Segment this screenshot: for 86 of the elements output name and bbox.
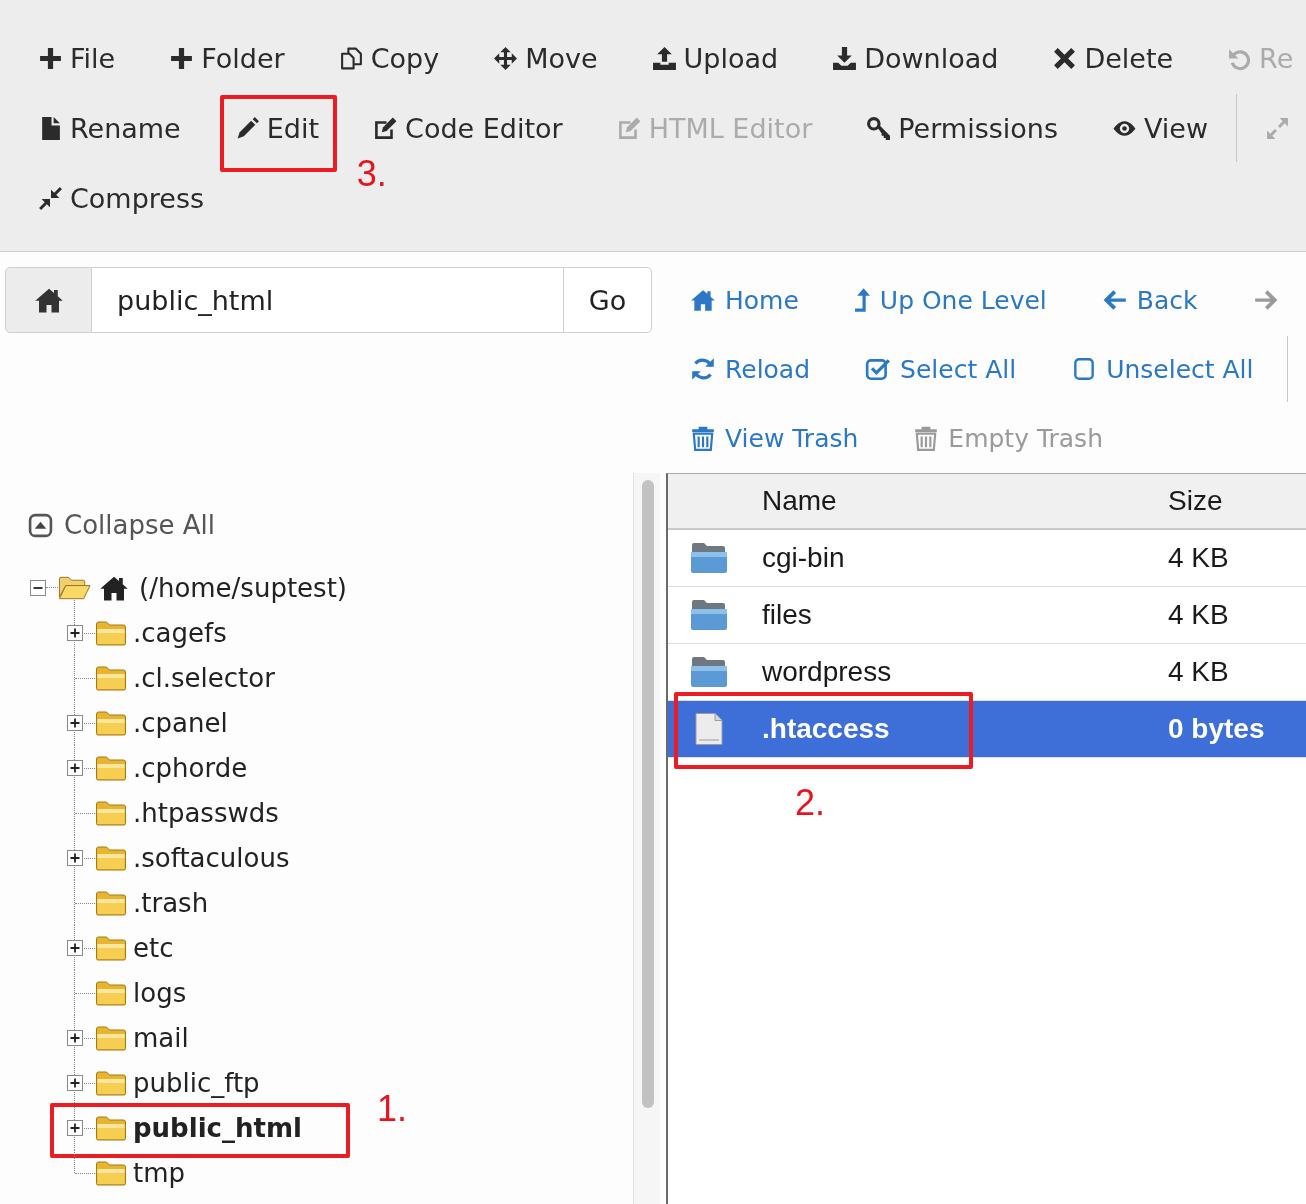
x-mark-icon [1052,45,1078,71]
move-arrows-icon [493,45,519,71]
up-one-level-link[interactable]: Up One Level [853,280,1047,320]
download-button[interactable]: Download [832,38,999,78]
plus-box-icon[interactable] [67,714,83,731]
edit-button[interactable]: Edit [234,108,320,148]
file-row[interactable]: .htaccess 0 bytes [668,701,1306,758]
key-icon [866,115,892,141]
folder-name[interactable]: .htpasswds [133,797,279,828]
folder-icon [690,655,728,689]
unselect-all-link[interactable]: Unselect All [1071,349,1254,389]
folder-name[interactable]: mail [133,1022,189,1053]
checked-box-icon [865,356,892,382]
path-field[interactable]: public_html [92,267,563,333]
minus-box-icon[interactable] [30,579,46,596]
pencil-square-icon [616,115,642,141]
plus-box-icon[interactable] [67,939,83,956]
column-header[interactable]: Name [762,485,837,516]
copy-icon [338,45,364,71]
go-button[interactable]: Go [563,267,652,333]
plus-box-icon[interactable] [67,759,83,776]
view-button[interactable]: View [1112,108,1209,148]
home-link[interactable]: Home [690,280,799,320]
folder-icon [690,541,728,575]
file-size: 4 KB [1168,656,1229,687]
folder-name[interactable]: .cpanel [133,707,228,738]
collapse-all-link[interactable]: Collapse All [28,505,215,545]
new-folder-button[interactable]: Folder [169,38,285,78]
compress-button[interactable]: Compress [38,178,205,218]
expand-arrows-icon [1265,115,1291,141]
code-editor-button[interactable]: Code Editor [373,108,563,148]
plus-box-icon[interactable] [67,1074,83,1091]
file-name: cgi-bin [762,542,845,573]
trash-icon [690,425,716,451]
compress-arrows-icon [38,185,63,211]
folder-name[interactable]: (/home/suptest) [139,572,347,603]
folder-name[interactable]: tmp [133,1157,186,1188]
view-trash-link[interactable]: View Trash [690,418,859,458]
copy-button[interactable]: Copy [338,38,440,78]
plus-box-icon[interactable] [67,849,83,866]
folder-name[interactable]: public_ftp [133,1067,260,1098]
folder-icon [690,598,728,632]
plus-icon [169,45,195,71]
column-header[interactable]: Size [1168,485,1223,516]
home-button[interactable] [5,267,92,333]
permissions-button[interactable]: Permissions [866,108,1058,148]
select-all-link[interactable]: Select All [865,349,1017,389]
file-name: .htaccess [762,713,890,744]
right-arrow-icon [1252,287,1279,313]
plus-box-icon[interactable] [67,624,83,641]
file-name: files [762,599,812,630]
upload-button[interactable]: Upload [651,38,779,78]
left-arrow-icon [1101,287,1128,313]
reload-link[interactable]: Reload [690,349,811,389]
file-size: 4 KB [1168,542,1229,573]
pencil-square-icon [373,115,399,141]
scrollbar[interactable] [633,473,660,1204]
file-name: wordpress [762,656,892,687]
level-up-arrow-icon [853,287,871,313]
back-link[interactable]: Back [1101,280,1198,320]
step-number: 3. [356,156,387,192]
folder-name[interactable]: logs [133,977,187,1008]
move-button[interactable]: Move [493,38,598,78]
download-icon [832,45,858,71]
new-file-button[interactable]: File [38,38,116,78]
folder-name[interactable]: .cagefs [133,617,227,648]
rename-button[interactable]: Rename [38,108,181,148]
step-number: 1. [377,1091,408,1127]
upload-icon [651,45,677,71]
plus-icon [38,45,63,71]
delete-button[interactable]: Delete [1052,38,1174,78]
trash-icon [913,425,940,451]
scrollbar-thumb[interactable] [642,480,654,1108]
folder-name[interactable]: .trash [133,887,209,918]
file-size: 0 bytes [1168,713,1265,744]
step-number: 2. [795,785,826,821]
plus-box-icon[interactable] [67,1119,83,1136]
collapse-icon [28,512,53,538]
folder-name[interactable]: .cphorde [133,752,248,783]
refresh-icon [690,356,716,382]
folder-name[interactable]: etc [133,932,174,963]
folder-name[interactable]: .cl.selector [133,662,275,693]
plus-box-icon[interactable] [67,1029,83,1046]
file-size: 4 KB [1168,599,1229,630]
folder-name[interactable]: public_html [133,1112,302,1143]
folder-name[interactable]: .softaculous [133,842,290,873]
